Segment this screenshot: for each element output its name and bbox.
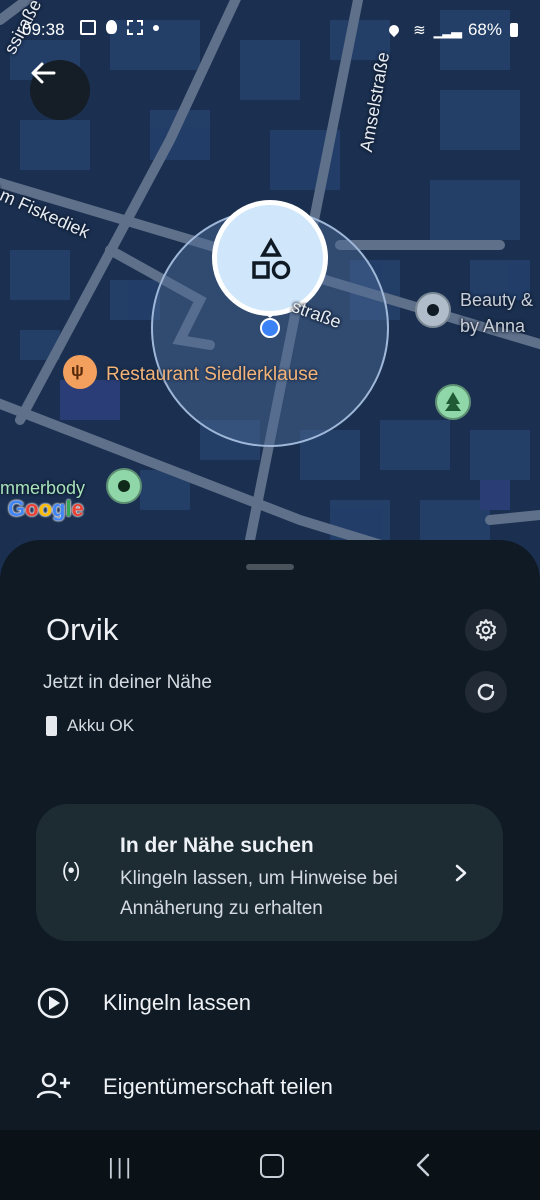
signal-icon: ▁▂▃	[433, 21, 462, 38]
ring-action-label: Klingeln lassen	[103, 990, 251, 1015]
poi-beauty-label-1[interactable]: Beauty &	[460, 290, 533, 311]
battery-icon	[510, 23, 518, 37]
device-sheet: Orvik Jetzt in deiner Nähe Akku OK (•) I…	[0, 540, 540, 1130]
system-back-button[interactable]	[414, 1152, 432, 1178]
arrow-left-icon	[31, 62, 56, 84]
dot-icon	[153, 25, 159, 31]
device-status: Jetzt in deiner Nähe	[43, 672, 212, 693]
restaurant-icon[interactable]: ψ	[71, 361, 84, 381]
battery-status-label: Akku OK	[67, 716, 135, 735]
find-nearby-title: In der Nähe suchen	[120, 834, 314, 857]
status-time: 09:38	[22, 20, 65, 39]
device-name: Orvik	[46, 612, 119, 647]
scan-icon	[127, 20, 143, 35]
chevron-right-icon	[455, 864, 467, 882]
share-ownership-action[interactable]: Eigentümerschaft teilen	[36, 1070, 333, 1104]
battery-percent: 68%	[467, 20, 502, 39]
sheet-drag-handle[interactable]	[246, 564, 294, 570]
find-nearby-card[interactable]: (•) In der Nähe suchen Klingeln lassen, …	[36, 804, 503, 941]
play-circle-icon	[37, 987, 69, 1019]
poi-restaurant-label[interactable]: Restaurant Siedlerklause	[106, 364, 318, 386]
wifi-icon: ≋	[413, 22, 426, 39]
google-logo: Google	[8, 496, 84, 521]
map-view[interactable]: ψ Am Fiskediek Amselstraße straße ssiraß…	[0, 0, 540, 600]
location-icon	[387, 22, 402, 38]
poi-beauty-label-2[interactable]: by Anna	[460, 316, 525, 337]
share-ownership-label: Eigentümerschaft teilen	[103, 1074, 333, 1099]
bulb-icon	[106, 20, 117, 34]
image-icon	[80, 20, 96, 35]
find-nearby-description: Klingeln lassen, um Hinweise bei Annäher…	[120, 868, 398, 919]
broadcast-icon: (•)	[62, 860, 80, 882]
recent-apps-button[interactable]: |||	[108, 1154, 134, 1180]
system-nav-bar: |||	[0, 1130, 540, 1200]
battery-level-icon	[46, 716, 57, 736]
shapes-icon	[247, 237, 295, 281]
refresh-icon	[477, 683, 495, 701]
back-button[interactable]	[30, 60, 90, 120]
ring-action[interactable]: Klingeln lassen	[36, 986, 251, 1020]
battery-status: Akku OK	[46, 716, 134, 736]
gear-icon	[476, 619, 496, 641]
refresh-button[interactable]	[465, 671, 507, 713]
settings-button[interactable]	[465, 609, 507, 651]
status-bar: 09:38 ≋ ▁▂▃ 68%	[0, 0, 540, 60]
add-person-icon	[36, 1072, 70, 1099]
home-button[interactable]	[260, 1154, 284, 1178]
